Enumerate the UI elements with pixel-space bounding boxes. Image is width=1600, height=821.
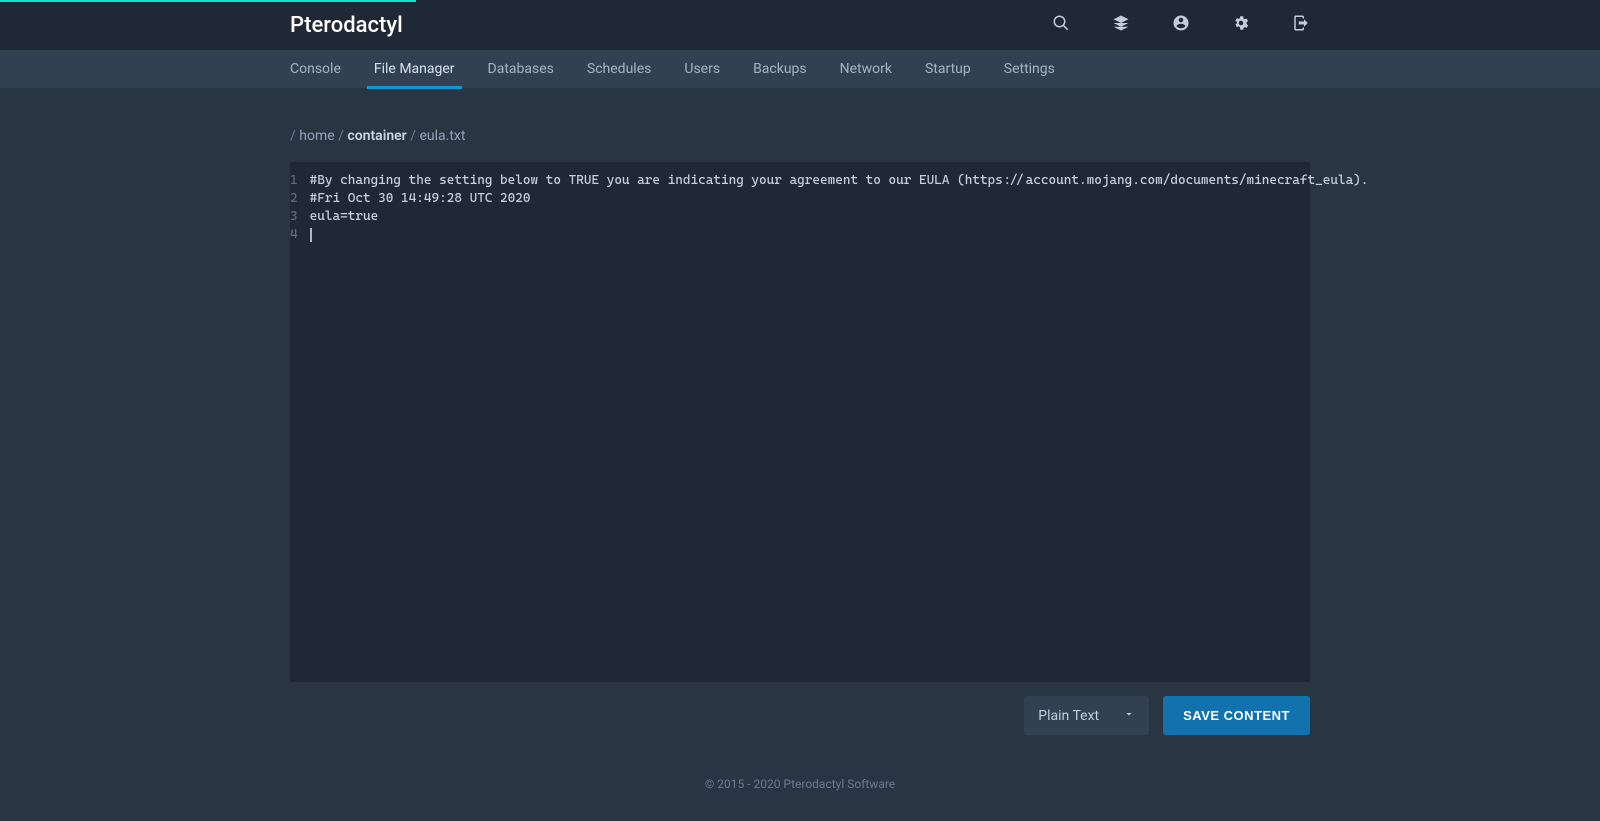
loading-progress-bar (0, 0, 416, 2)
logout-icon[interactable] (1292, 14, 1310, 36)
code-line[interactable]: #By changing the setting below to TRUE y… (310, 172, 1369, 190)
tab-backups[interactable]: Backups (753, 50, 807, 88)
line-number: 1 (290, 172, 298, 190)
breadcrumb: / home / container / eula.txt (290, 128, 1310, 144)
code-editor[interactable]: 1 2 3 4 #By changing the setting below t… (290, 162, 1310, 682)
code-line[interactable]: eula=true (310, 208, 1369, 226)
save-content-button[interactable]: SAVE CONTENT (1163, 696, 1310, 735)
breadcrumb-file: eula.txt (419, 128, 465, 144)
main-content: / home / container / eula.txt 1 2 3 4 #B… (0, 88, 1600, 791)
search-icon[interactable] (1052, 14, 1070, 36)
tab-network[interactable]: Network (840, 50, 892, 88)
tab-schedules[interactable]: Schedules (587, 50, 651, 88)
tab-settings[interactable]: Settings (1004, 50, 1055, 88)
editor-actions: Plain Text SAVE CONTENT (290, 696, 1310, 735)
format-label: Plain Text (1038, 708, 1099, 724)
tab-startup[interactable]: Startup (925, 50, 971, 88)
line-number: 4 (290, 226, 298, 244)
breadcrumb-separator: / (338, 128, 344, 144)
layers-icon[interactable] (1112, 14, 1130, 36)
code-line[interactable]: #Fri Oct 30 14:49:28 UTC 2020 (310, 190, 1369, 208)
breadcrumb-home[interactable]: home (299, 128, 334, 144)
editor-code-area[interactable]: #By changing the setting below to TRUE y… (310, 172, 1369, 672)
syntax-format-dropdown[interactable]: Plain Text (1024, 696, 1149, 735)
user-icon[interactable] (1172, 14, 1190, 36)
tab-console[interactable]: Console (290, 50, 341, 88)
main-header: Pterodactyl (0, 0, 1600, 50)
breadcrumb-separator: / (290, 128, 296, 144)
header-icon-group (1052, 14, 1310, 36)
line-number: 2 (290, 190, 298, 208)
line-number: 3 (290, 208, 298, 226)
tab-users[interactable]: Users (684, 50, 720, 88)
breadcrumb-separator: / (410, 128, 416, 144)
settings-icon[interactable] (1232, 14, 1250, 36)
footer-copyright: © 2015 - 2020 Pterodactyl Software (290, 777, 1310, 791)
editor-gutter: 1 2 3 4 (290, 172, 310, 672)
tab-file-manager[interactable]: File Manager (374, 50, 455, 88)
editor-cursor (310, 228, 312, 242)
chevron-down-icon (1123, 708, 1135, 724)
server-subnav: Console File Manager Databases Schedules… (0, 50, 1600, 88)
brand-title[interactable]: Pterodactyl (290, 13, 403, 38)
tab-databases[interactable]: Databases (488, 50, 554, 88)
breadcrumb-container[interactable]: container (347, 128, 406, 144)
code-line[interactable] (310, 226, 1369, 244)
